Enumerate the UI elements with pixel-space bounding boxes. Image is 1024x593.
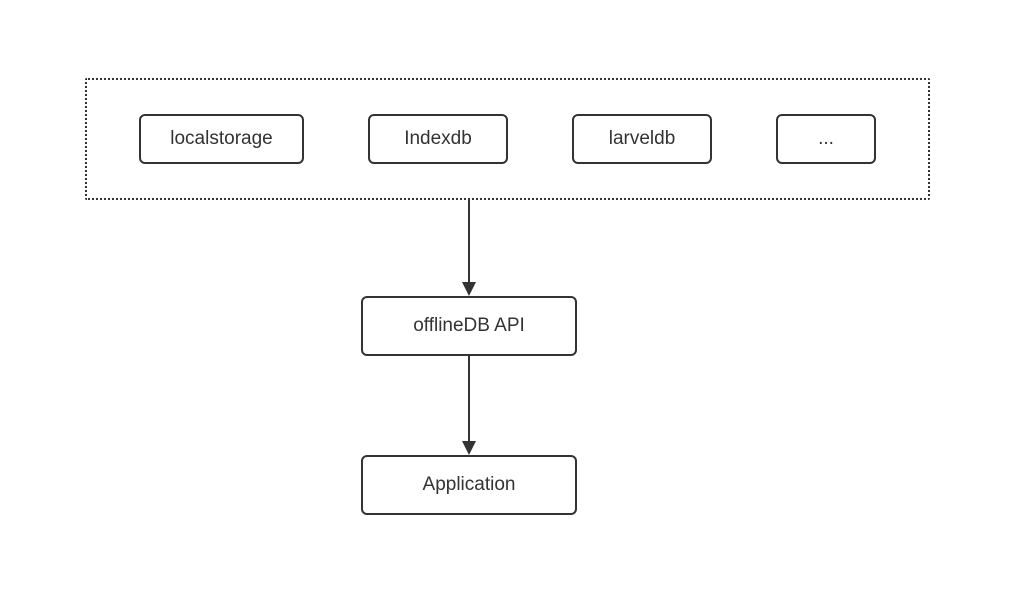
backend-more-label: ... [818, 128, 834, 150]
backend-indexdb-label: Indexdb [404, 128, 472, 150]
offlinedb-api-label: offlineDB API [413, 315, 525, 337]
application-box: Application [361, 455, 577, 515]
backend-larveldb-label: larveldb [609, 128, 676, 150]
backend-more: ... [776, 114, 876, 164]
backend-localstorage: localstorage [139, 114, 304, 164]
offlinedb-api-box: offlineDB API [361, 296, 577, 356]
arrow-head-2 [462, 441, 476, 455]
backend-localstorage-label: localstorage [170, 128, 272, 150]
arrow-backends-to-api [468, 200, 470, 282]
application-label: Application [423, 474, 516, 496]
backend-indexdb: Indexdb [368, 114, 508, 164]
storage-backends-group: localstorage Indexdb larveldb ... [85, 78, 930, 200]
arrow-api-to-application [468, 356, 470, 441]
backend-larveldb: larveldb [572, 114, 712, 164]
arrow-head-1 [462, 282, 476, 296]
